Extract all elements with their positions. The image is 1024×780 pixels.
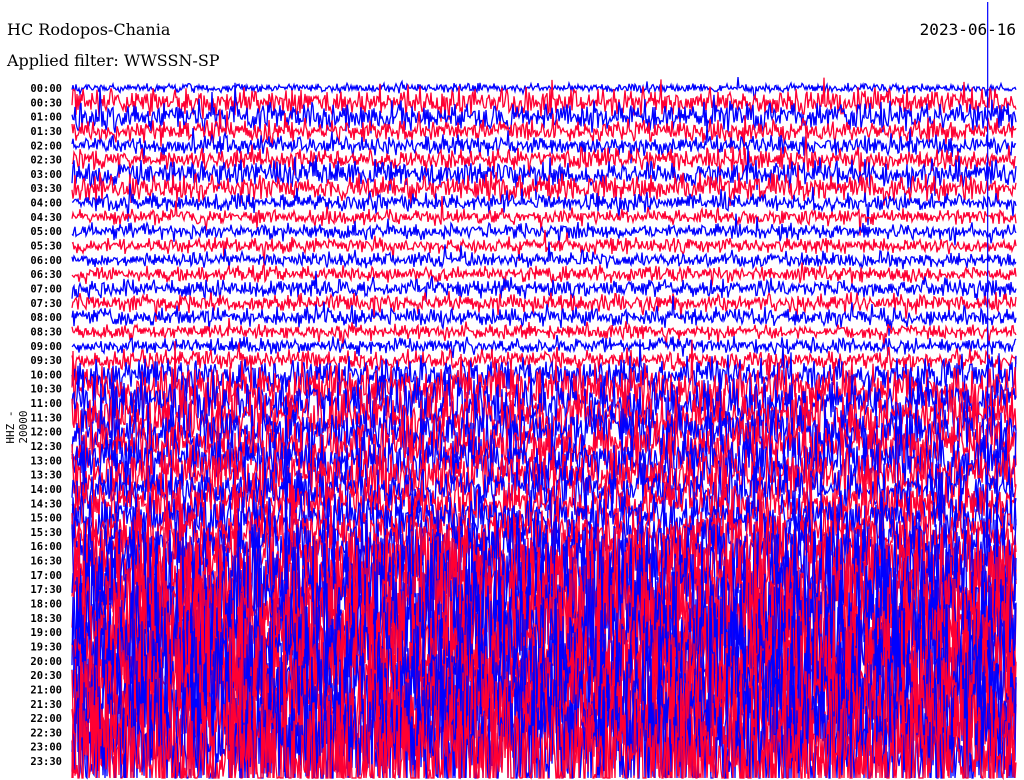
row-time-label: 18:00 bbox=[30, 599, 62, 611]
row-time-label: 12:30 bbox=[30, 441, 62, 453]
row-time-label: 02:00 bbox=[30, 140, 62, 152]
row-time-label: 00:30 bbox=[30, 97, 62, 109]
row-time-label: 20:30 bbox=[30, 670, 62, 682]
row-time-label: 14:00 bbox=[30, 484, 62, 496]
row-time-label: 13:00 bbox=[30, 455, 62, 467]
row-time-label: 11:00 bbox=[30, 398, 62, 410]
row-time-label: 22:00 bbox=[30, 713, 62, 725]
row-time-label: 21:30 bbox=[30, 699, 62, 711]
row-time-label: 06:30 bbox=[30, 269, 62, 281]
row-time-label: 19:30 bbox=[30, 641, 62, 653]
row-time-label: 16:00 bbox=[30, 541, 62, 553]
row-time-label: 07:00 bbox=[30, 283, 62, 295]
row-time-label: 03:00 bbox=[30, 169, 62, 181]
row-time-label: 12:00 bbox=[30, 427, 62, 439]
row-time-label: 01:00 bbox=[30, 112, 62, 124]
row-time-label: 09:30 bbox=[30, 355, 62, 367]
row-time-label: 11:30 bbox=[30, 412, 62, 424]
row-time-label: 07:30 bbox=[30, 298, 62, 310]
row-time-label: 08:00 bbox=[30, 312, 62, 324]
row-time-label: 06:00 bbox=[30, 255, 62, 267]
row-time-label: 00:00 bbox=[30, 83, 62, 95]
row-time-label: 03:30 bbox=[30, 183, 62, 195]
row-time-label: 23:00 bbox=[30, 742, 62, 754]
helicorder-plot: 00:00 00:30 01:00 01:30 02:00 02:30 03:00 03:30… bbox=[30, 2, 1017, 780]
row-time-label: 14:30 bbox=[30, 498, 62, 510]
row-time-label: 04:00 bbox=[30, 198, 62, 210]
row-time-label: 19:00 bbox=[30, 627, 62, 639]
row-time-label: 04:30 bbox=[30, 212, 62, 224]
row-time-label: 17:30 bbox=[30, 584, 62, 596]
row-time-label: 05:00 bbox=[30, 226, 62, 238]
row-time-label: 01:30 bbox=[30, 126, 62, 138]
row-time-label: 21:00 bbox=[30, 684, 62, 696]
row-time-label: 05:30 bbox=[30, 241, 62, 253]
row-time-label: 09:00 bbox=[30, 341, 62, 353]
row-time-label: 13:30 bbox=[30, 470, 62, 482]
row-time-label: 23:30 bbox=[30, 756, 62, 768]
row-time-label: 08:30 bbox=[30, 326, 62, 338]
row-time-label: 16:30 bbox=[30, 556, 62, 568]
row-time-label: 02:30 bbox=[30, 155, 62, 167]
row-time-label: 10:30 bbox=[30, 384, 62, 396]
row-time-label: 22:30 bbox=[30, 727, 62, 739]
row-time-label: 15:00 bbox=[30, 513, 62, 525]
row-time-label: 17:00 bbox=[30, 570, 62, 582]
row-time-label: 20:00 bbox=[30, 656, 62, 668]
row-time-label: 18:30 bbox=[30, 613, 62, 625]
row-time-label: 10:00 bbox=[30, 369, 62, 381]
row-time-label: 15:30 bbox=[30, 527, 62, 539]
helicorder-page: HC Rodopos-Chania Applied filter: WWSSN-… bbox=[0, 0, 1024, 780]
